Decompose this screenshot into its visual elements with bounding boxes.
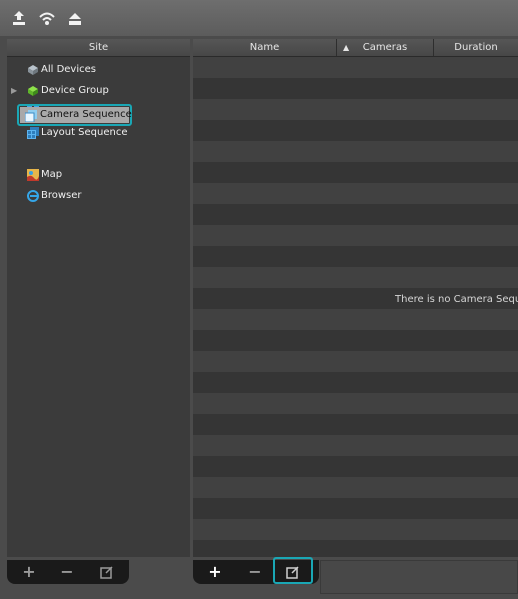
column-header-cameras[interactable]: Cameras <box>337 39 433 56</box>
list-row <box>193 246 518 267</box>
upload-icon[interactable] <box>10 9 28 27</box>
device-group-icon <box>27 85 39 97</box>
list-row <box>193 183 518 204</box>
tree-item-map[interactable]: Map <box>7 166 190 184</box>
top-toolbar <box>0 0 518 36</box>
tree-item-label: Map <box>41 169 63 180</box>
list-row <box>193 414 518 435</box>
list-row <box>193 351 518 372</box>
list-row <box>193 477 518 498</box>
list-row <box>193 330 518 351</box>
bottom-status-strip <box>320 560 518 594</box>
add-sequence-button[interactable]: + <box>203 560 227 584</box>
all-devices-icon <box>27 64 39 76</box>
camera-sequence-icon <box>24 110 37 123</box>
list-row <box>193 141 518 162</box>
camera-sequence-list: Name ▲ Cameras Duration There is no Came… <box>193 39 518 557</box>
list-row <box>193 162 518 183</box>
tree-item-label: Browser <box>41 190 82 201</box>
tree-item-all-devices[interactable]: All Devices <box>7 61 190 79</box>
site-tree-actions: + − <box>7 560 129 584</box>
layout-sequence-icon <box>27 127 39 139</box>
column-header-name[interactable]: Name <box>193 39 336 56</box>
tree-item-layout-sequence[interactable]: Layout Sequence <box>7 124 190 142</box>
list-row <box>193 225 518 246</box>
list-row <box>193 309 518 330</box>
list-row <box>193 435 518 456</box>
list-row <box>193 99 518 120</box>
tree-item-label: All Devices <box>41 64 96 75</box>
list-row <box>193 519 518 540</box>
map-icon <box>27 169 39 181</box>
list-row <box>193 78 518 99</box>
list-row <box>193 57 518 78</box>
empty-list-message: There is no Camera Sequen <box>395 294 518 305</box>
browser-icon <box>27 190 39 202</box>
list-row <box>193 498 518 519</box>
column-header-duration[interactable]: Duration <box>434 39 518 56</box>
remove-sequence-button[interactable]: − <box>243 560 267 584</box>
site-column-header[interactable]: Site <box>7 39 190 57</box>
expand-arrow-icon[interactable]: ▶ <box>11 82 17 100</box>
list-row <box>193 393 518 414</box>
edit-icon[interactable] <box>95 560 119 584</box>
list-row <box>193 372 518 393</box>
list-header: Name ▲ Cameras Duration <box>193 39 518 57</box>
tree-item-label: Device Group <box>41 85 109 96</box>
eject-icon[interactable] <box>66 9 84 27</box>
wireless-icon[interactable] <box>38 9 56 27</box>
list-row <box>193 456 518 477</box>
list-row <box>193 267 518 288</box>
tree-item-device-group[interactable]: ▶ Device Group <box>7 82 190 100</box>
tree-item-browser[interactable]: Browser <box>7 187 190 205</box>
list-row <box>193 120 518 141</box>
edit-sequence-button-focus[interactable] <box>273 557 313 584</box>
remove-button[interactable]: − <box>55 560 79 584</box>
tree-item-label: Camera Sequence <box>40 109 132 120</box>
tree-item-label: Layout Sequence <box>41 127 128 138</box>
tree-item-camera-sequence[interactable]: Camera Sequence <box>17 104 132 126</box>
list-row <box>193 540 518 557</box>
list-row <box>193 204 518 225</box>
add-button[interactable]: + <box>17 560 41 584</box>
